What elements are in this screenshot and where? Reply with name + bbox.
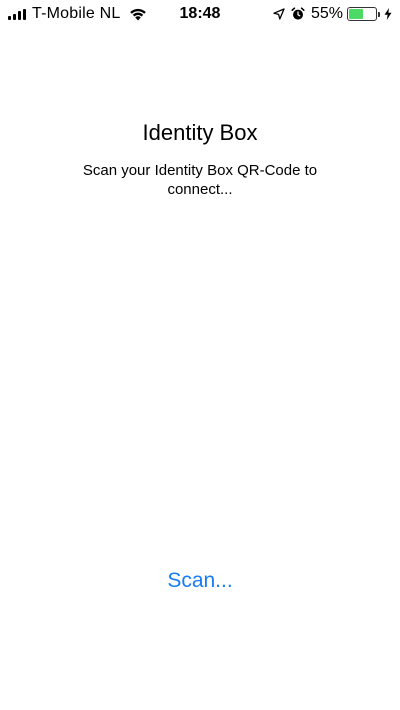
- page-title: Identity Box: [142, 120, 258, 145]
- alarm-clock-icon: [291, 7, 305, 20]
- location-arrow-icon: [273, 8, 285, 20]
- battery-tip: [378, 11, 380, 17]
- app-screen: T-Mobile NL 18:48 55% Identity Box Scan …: [0, 0, 400, 710]
- status-right: 55%: [273, 4, 392, 24]
- scan-button[interactable]: Scan...: [150, 566, 250, 596]
- instruction-text: Scan your Identity Box QR-Code to connec…: [82, 162, 318, 198]
- status-bar: T-Mobile NL 18:48 55%: [0, 0, 400, 28]
- battery-fill: [349, 9, 364, 19]
- battery-percent: 55%: [310, 5, 343, 22]
- battery-icon: [347, 7, 377, 21]
- charging-bolt-icon: [384, 8, 392, 20]
